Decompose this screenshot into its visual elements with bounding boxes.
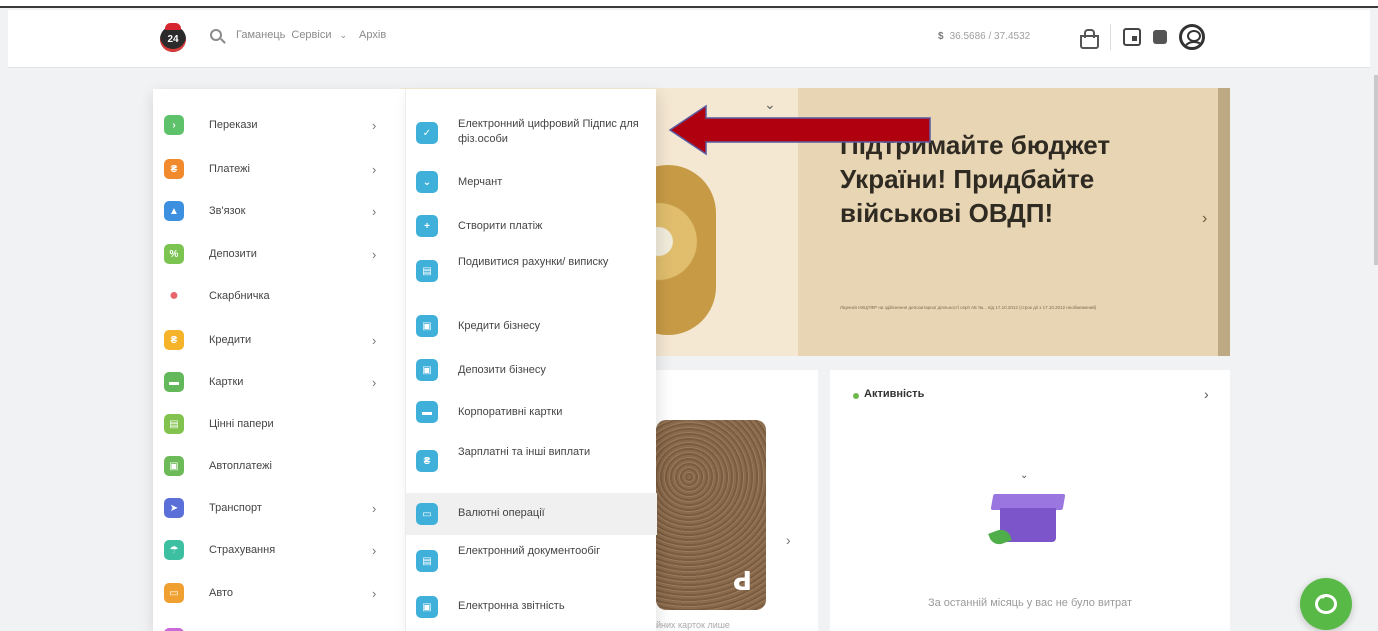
menu-item-communication[interactable]: ▲ Зв'язок › — [153, 196, 405, 226]
menu-item-insurance[interactable]: ☂ Страхування › — [153, 535, 405, 565]
report-icon: ▣ — [416, 596, 438, 618]
card-icon: ▬ — [164, 372, 184, 392]
scrollbar[interactable] — [1374, 75, 1378, 265]
chat-button[interactable] — [1300, 578, 1352, 630]
chevron-right-icon: › — [372, 203, 377, 219]
menu-item-deposits[interactable]: % Депозити › — [153, 239, 405, 269]
salary-icon: ₴ — [416, 450, 438, 472]
transport-icon: ➤ — [164, 498, 184, 518]
card-promo-caption: йних карток лише — [656, 620, 730, 630]
merchant-icon: ⌄ — [416, 171, 438, 193]
activity-dot-icon — [853, 393, 859, 399]
menu-item-securities[interactable]: ▤ Цінні папери — [153, 409, 405, 439]
red-arrow-annotation-icon — [668, 104, 931, 156]
transfer-icon: › — [164, 115, 184, 135]
banner-next-icon[interactable]: › — [1202, 210, 1207, 228]
submenu-item-ereporting[interactable]: ▣ Електронна звітність — [406, 589, 657, 625]
currency-icon: ▭ — [416, 503, 438, 525]
calendar-icon: ▣ — [164, 456, 184, 476]
menu-item-auto[interactable]: ▭ Авто › — [153, 578, 405, 608]
menu-item-piggybank[interactable]: ● Скарбничка — [153, 281, 405, 311]
chevron-down-icon[interactable]: ⌄ — [340, 30, 348, 41]
submenu-item-edocs[interactable]: ▤ Електронний документообіг — [406, 539, 657, 583]
top-header: 24 Гаманець Сервіси ⌄ Архів $36.5686 / 3… — [8, 10, 1370, 68]
accounts-icon: ▤ — [416, 260, 438, 282]
credit-icon: ₴ — [164, 330, 184, 350]
menu-item-payments[interactable]: ₴ Платежі › — [153, 154, 405, 184]
sparkle-icon: ⌄ — [1020, 470, 1029, 481]
activity-title[interactable]: Активність — [864, 388, 924, 400]
top-border — [0, 0, 1378, 8]
nav-services[interactable]: Сервіси — [291, 29, 331, 41]
submenu-item-merchant[interactable]: ⌄ Мерчант — [406, 167, 657, 197]
deposit-icon: ▣ — [416, 359, 438, 381]
chevron-right-icon: › — [372, 117, 377, 133]
header-nav: Гаманець Сервіси ⌄ Архів — [210, 29, 386, 41]
user-profile-icon[interactable] — [1179, 24, 1205, 50]
search-icon[interactable] — [210, 29, 222, 41]
activity-empty-text: За останній місяць у вас не було витрат — [927, 597, 1133, 609]
dollar-icon: $ — [938, 31, 944, 42]
credit-icon: ▣ — [416, 315, 438, 337]
basket-icon[interactable] — [1078, 28, 1099, 49]
chevron-right-icon: › — [372, 374, 377, 390]
car-icon: ▭ — [164, 583, 184, 603]
chevron-right-icon: › — [372, 332, 377, 348]
chevron-right-icon[interactable]: › — [786, 532, 791, 548]
menu-item-more[interactable] — [153, 619, 405, 631]
menu-item-cards[interactable]: ▬ Картки › — [153, 367, 405, 397]
business-submenu: ✓ Електронний цифровий Підпис для фіз.ос… — [405, 89, 657, 631]
submenu-item-corporate-cards[interactable]: ▬ Корпоративні картки — [406, 397, 657, 427]
signal-icon: ▲ — [164, 201, 184, 221]
divider — [1110, 24, 1111, 50]
header-icons — [1078, 24, 1205, 50]
signature-icon: ✓ — [416, 122, 438, 144]
empty-box-icon: ⌄ — [986, 470, 1070, 560]
umbrella-icon: ☂ — [164, 540, 184, 560]
piggybank-icon: ● — [169, 287, 179, 304]
chevron-right-icon: › — [372, 500, 377, 516]
payment-icon: ₴ — [164, 159, 184, 179]
rate-value: 36.5686 / 37.4532 — [949, 31, 1031, 42]
menu-item-transfers[interactable]: › Перекази › — [153, 110, 405, 140]
nav-archive[interactable]: Архів — [359, 29, 386, 41]
submenu-item-currency-operations[interactable]: ▭ Валютні операції — [406, 493, 657, 535]
banner-next-edge — [1218, 88, 1230, 356]
submenu-item-salary[interactable]: ₴ Зарплатні та інші виплати — [406, 439, 657, 483]
submenu-item-create-payment[interactable]: + Створити платіж — [406, 211, 657, 241]
nav-wallet[interactable]: Гаманець — [236, 29, 285, 41]
chevron-right-icon: › — [372, 246, 377, 262]
document-icon: ▤ — [416, 550, 438, 572]
submenu-item-digital-signature[interactable]: ✓ Електронний цифровий Підпис для фіз.ос… — [406, 111, 657, 155]
calendar-icon[interactable] — [1123, 28, 1141, 46]
menu-item-autopayments[interactable]: ▣ Автоплатежі — [153, 451, 405, 481]
privat24-logo[interactable]: 24 — [160, 23, 186, 52]
deposit-icon: % — [164, 244, 184, 264]
card-icon: ▬ — [416, 401, 438, 423]
submenu-item-business-deposits[interactable]: ▣ Депозити бізнесу — [406, 355, 657, 385]
privatbank-logo-icon: ꓒ — [732, 566, 752, 596]
chevron-right-icon: › — [372, 161, 377, 177]
submenu-item-business-credits[interactable]: ▣ Кредити бізнесу — [406, 311, 657, 341]
menu-item-transport[interactable]: ➤ Транспорт › — [153, 493, 405, 523]
document-icon: ▤ — [164, 414, 184, 434]
plus-icon: + — [416, 215, 438, 237]
card-promo-image[interactable]: ꓒ — [656, 420, 766, 610]
chevron-right-icon[interactable]: › — [1204, 386, 1209, 402]
menu-item-credits[interactable]: ₴ Кредити › — [153, 325, 405, 355]
notifications-icon[interactable] — [1153, 30, 1167, 44]
currency-rate: $36.5686 / 37.4532 — [938, 31, 1030, 42]
chevron-right-icon: › — [372, 585, 377, 601]
chat-icon — [1315, 594, 1337, 614]
chevron-right-icon: › — [372, 542, 377, 558]
services-menu: › Перекази › ₴ Платежі › ▲ Зв'язок › % Д… — [153, 89, 405, 631]
submenu-item-accounts[interactable]: ▤ Подивитися рахунки/ виписку — [406, 249, 657, 293]
banner-disclaimer: Ліцензія НКЦПФР на здійснення депозитарн… — [840, 305, 1097, 310]
